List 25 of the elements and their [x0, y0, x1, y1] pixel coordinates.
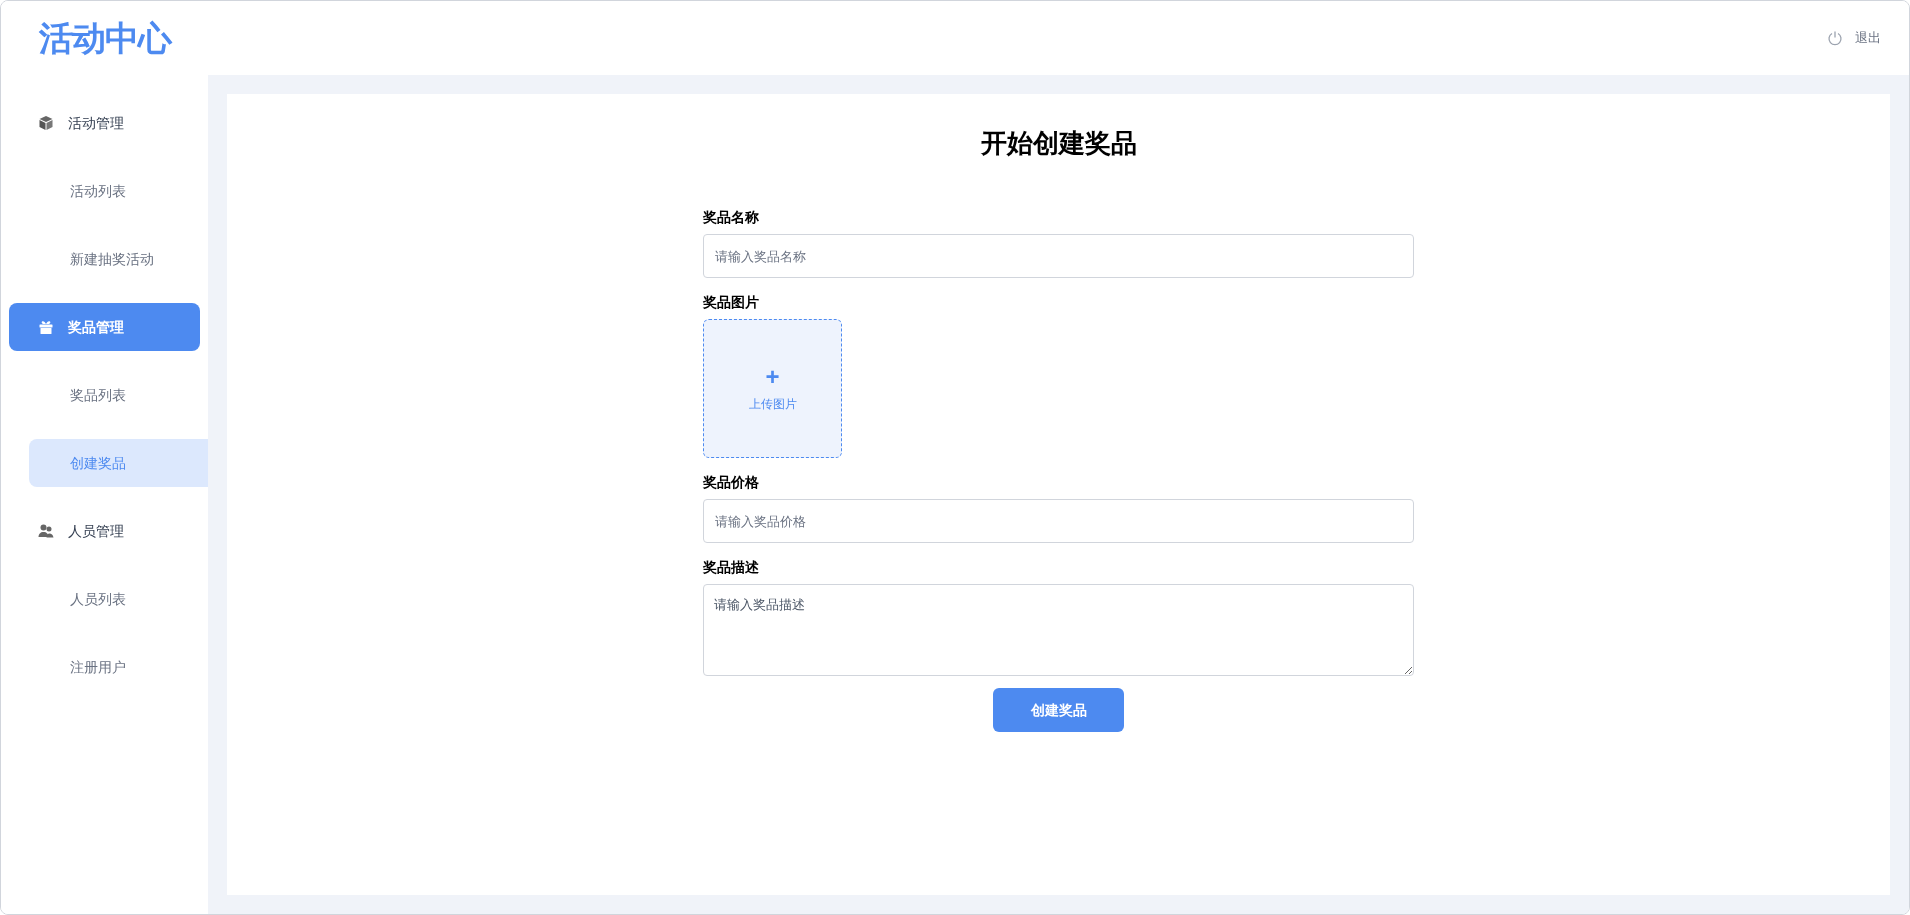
menu-group[interactable]: 活动管理: [9, 99, 200, 147]
menu-item[interactable]: 注册用户: [29, 643, 208, 691]
input-field[interactable]: 请输入奖品名称: [703, 234, 1414, 278]
field-label: 奖品价格: [703, 473, 759, 492]
upload-area[interactable]: + 上传图片: [703, 319, 842, 458]
logout-button[interactable]: 退出: [1827, 28, 1881, 48]
cube-icon: [38, 115, 54, 131]
logo: 活动中心: [39, 17, 172, 59]
menu-item[interactable]: 活动列表: [29, 167, 208, 215]
menu-group[interactable]: 人员管理: [9, 507, 200, 555]
field-label: 奖品名称: [703, 208, 759, 227]
menu-item[interactable]: 人员列表: [29, 575, 208, 623]
menu-item[interactable]: 新建抽奖活动: [29, 235, 208, 283]
power-icon: [1827, 30, 1843, 46]
users-icon: [38, 523, 54, 539]
field-label: 奖品图片: [703, 293, 759, 312]
input-field[interactable]: 请输入奖品价格: [703, 499, 1414, 543]
text-area[interactable]: 请输入奖品描述: [703, 584, 1414, 676]
submit-button[interactable]: 创建奖品: [993, 688, 1124, 732]
gift-icon: [38, 319, 54, 335]
field-label: 奖品描述: [703, 558, 759, 577]
page-title: 开始创建奖品: [980, 127, 1137, 160]
menu-group[interactable]: 奖品管理: [9, 303, 200, 351]
menu-item[interactable]: 创建奖品: [29, 439, 208, 487]
menu-item[interactable]: 奖品列表: [29, 371, 208, 419]
